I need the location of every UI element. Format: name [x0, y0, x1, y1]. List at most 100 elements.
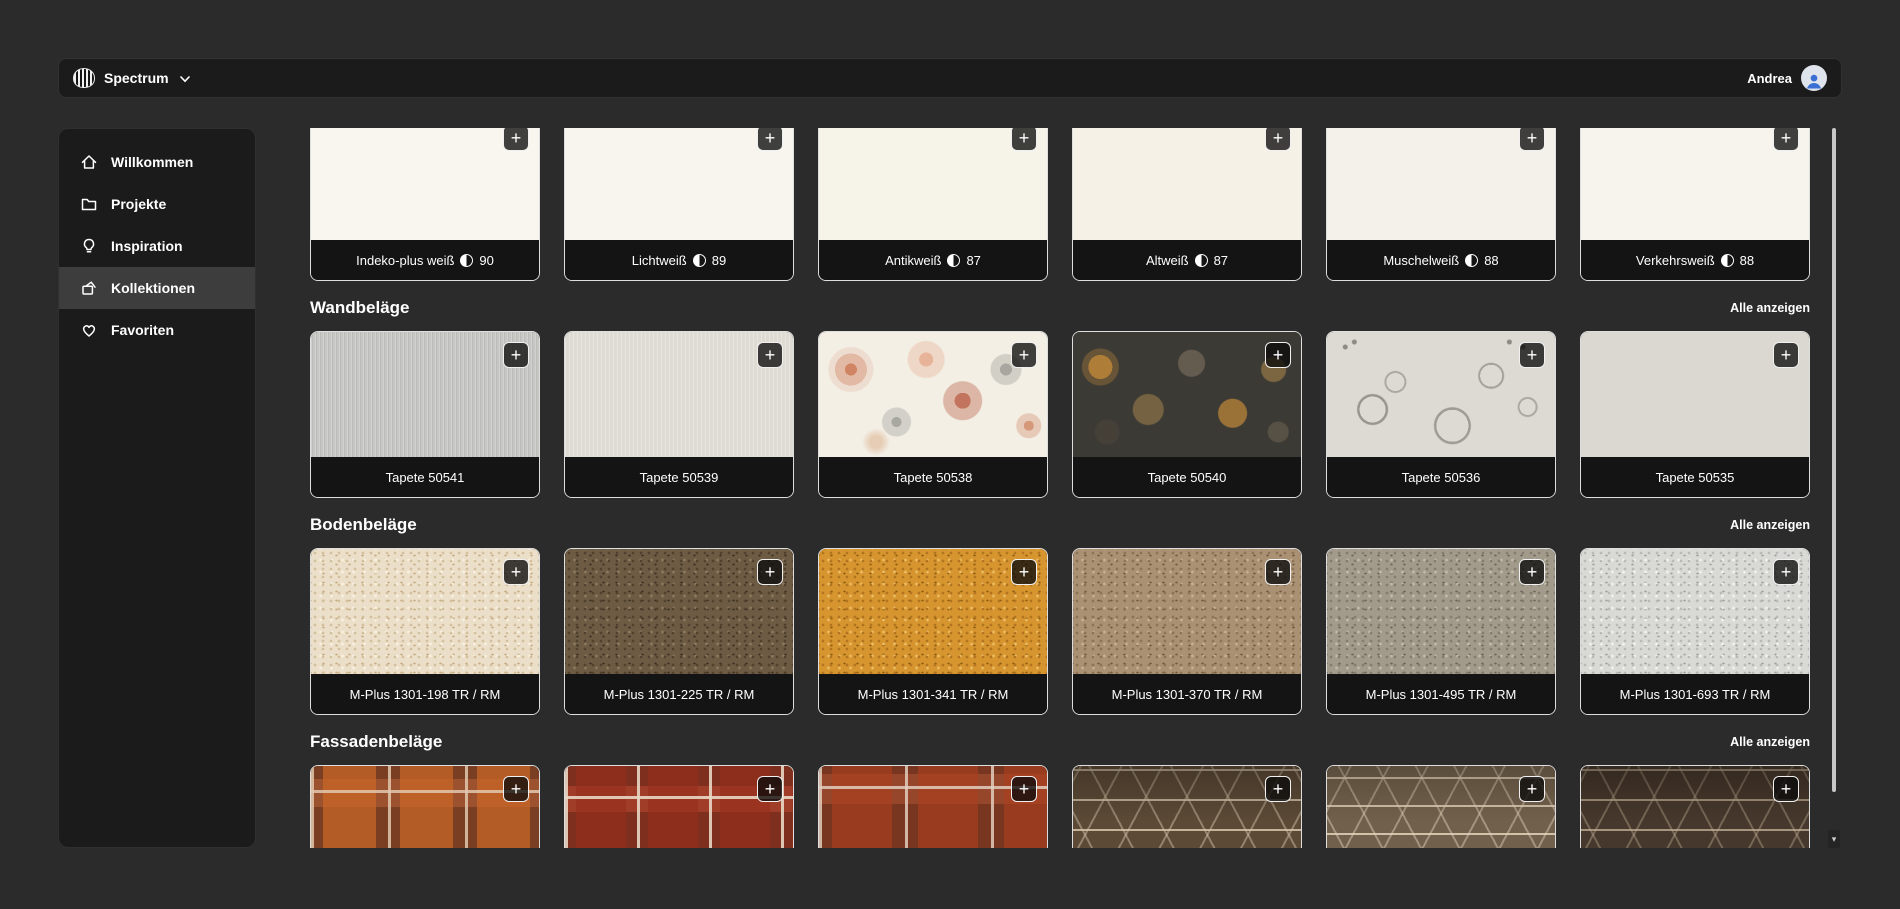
material-card[interactable]: + M-Plus 1301-495 TR / RM — [1326, 548, 1556, 715]
card-metric: 88 — [1484, 253, 1498, 268]
card-metric: 90 — [479, 253, 493, 268]
show-all-link[interactable]: Alle anzeigen — [1730, 518, 1810, 532]
add-to-project-button[interactable]: + — [1011, 776, 1037, 802]
card-grid: + + + + — [310, 765, 1810, 848]
show-all-link[interactable]: Alle anzeigen — [1730, 301, 1810, 315]
add-to-project-button[interactable]: + — [503, 128, 529, 151]
material-swatch: + — [311, 332, 539, 457]
material-card[interactable]: + — [1326, 765, 1556, 848]
contrast-ratio-icon — [1195, 254, 1208, 267]
material-card[interactable]: + M-Plus 1301-225 TR / RM — [564, 548, 794, 715]
add-to-project-button[interactable]: + — [1519, 342, 1545, 368]
card-label: Tapete 50540 — [1073, 457, 1301, 497]
card-label: M-Plus 1301-370 TR / RM — [1073, 674, 1301, 714]
add-to-project-button[interactable]: + — [1773, 776, 1799, 802]
add-to-project-button[interactable]: + — [1519, 776, 1545, 802]
material-card[interactable]: + — [564, 765, 794, 848]
card-label: M-Plus 1301-198 TR / RM — [311, 674, 539, 714]
section-title: Bodenbeläge — [310, 515, 417, 535]
heart-icon — [80, 321, 98, 339]
material-swatch: + — [1327, 128, 1555, 240]
add-to-project-button[interactable]: + — [757, 776, 783, 802]
material-card[interactable]: + Lichtweiß 89 — [564, 128, 794, 281]
home-icon — [80, 153, 98, 171]
add-to-project-button[interactable]: + — [503, 776, 529, 802]
scrollbar-down-button[interactable]: ▾ — [1828, 830, 1840, 848]
material-card[interactable]: + Tapete 50541 — [310, 331, 540, 498]
card-label-text: Tapete 50535 — [1656, 470, 1735, 485]
material-swatch: + — [1327, 549, 1555, 674]
material-card[interactable]: + — [310, 765, 540, 848]
card-grid: + Tapete 50541 + Tapete 50539 + Tapete 5… — [310, 331, 1810, 498]
add-to-project-button[interactable]: + — [1265, 559, 1291, 585]
add-to-project-button[interactable]: + — [1265, 128, 1291, 151]
sidebar-item-inspiration[interactable]: Inspiration — [59, 225, 255, 267]
add-to-project-button[interactable]: + — [1011, 559, 1037, 585]
add-to-project-button[interactable]: + — [757, 128, 783, 151]
material-card[interactable]: + M-Plus 1301-341 TR / RM — [818, 548, 1048, 715]
material-card[interactable]: + Tapete 50535 — [1580, 331, 1810, 498]
sidebar-item-favoriten[interactable]: Favoriten — [59, 309, 255, 351]
add-to-project-button[interactable]: + — [1011, 128, 1037, 151]
vertical-scrollbar: ▾ — [1828, 128, 1840, 848]
material-swatch: + — [565, 128, 793, 240]
sidebar-item-projekte[interactable]: Projekte — [59, 183, 255, 225]
card-metric: 87 — [1214, 253, 1228, 268]
material-card[interactable]: + M-Plus 1301-198 TR / RM — [310, 548, 540, 715]
show-all-link[interactable]: Alle anzeigen — [1730, 735, 1810, 749]
material-swatch: + — [1581, 766, 1809, 848]
material-swatch: + — [1073, 128, 1301, 240]
add-to-project-button[interactable]: + — [1011, 342, 1037, 368]
card-label-text: M-Plus 1301-198 TR / RM — [350, 687, 501, 702]
add-to-project-button[interactable]: + — [1519, 128, 1545, 151]
add-to-project-button[interactable]: + — [757, 342, 783, 368]
brand-menu[interactable]: Spectrum — [73, 68, 190, 88]
material-card[interactable]: + M-Plus 1301-693 TR / RM — [1580, 548, 1810, 715]
user-name: Andrea — [1747, 71, 1792, 86]
add-to-project-button[interactable]: + — [1773, 559, 1799, 585]
card-label: Tapete 50536 — [1327, 457, 1555, 497]
add-to-project-button[interactable]: + — [757, 559, 783, 585]
material-swatch: + — [311, 766, 539, 848]
card-label: Verkehrsweiß 88 — [1581, 240, 1809, 280]
material-card[interactable]: + Altweiß 87 — [1072, 128, 1302, 281]
material-card[interactable]: + Verkehrsweiß 88 — [1580, 128, 1810, 281]
material-card[interactable]: + — [1072, 765, 1302, 848]
add-to-project-button[interactable]: + — [503, 342, 529, 368]
sections: + Indeko-plus weiß 90 + Lichtweiß 89 + A… — [310, 128, 1810, 848]
card-label: Tapete 50535 — [1581, 457, 1809, 497]
card-label-text: Tapete 50538 — [894, 470, 973, 485]
add-to-project-button[interactable]: + — [1265, 342, 1291, 368]
card-label: M-Plus 1301-495 TR / RM — [1327, 674, 1555, 714]
material-card[interactable]: + Tapete 50539 — [564, 331, 794, 498]
material-swatch: + — [819, 549, 1047, 674]
collection-section: Bodenbeläge Alle anzeigen + M-Plus 1301-… — [310, 514, 1810, 715]
sidebar-item-kollektionen[interactable]: Kollektionen — [59, 267, 255, 309]
add-to-project-button[interactable]: + — [1519, 559, 1545, 585]
sidebar-item-willkommen[interactable]: Willkommen — [59, 141, 255, 183]
material-card[interactable]: + Tapete 50540 — [1072, 331, 1302, 498]
section-title: Wandbeläge — [310, 298, 410, 318]
section-header: Fassadenbeläge Alle anzeigen — [310, 731, 1810, 753]
card-label: Altweiß 87 — [1073, 240, 1301, 280]
material-card[interactable]: + Tapete 50538 — [818, 331, 1048, 498]
section-header: Bodenbeläge Alle anzeigen — [310, 514, 1810, 536]
sidebar-item-label: Kollektionen — [111, 280, 195, 296]
card-label-text: Tapete 50541 — [386, 470, 465, 485]
material-card[interactable]: + Indeko-plus weiß 90 — [310, 128, 540, 281]
contrast-ratio-icon — [947, 254, 960, 267]
scrollbar-thumb[interactable] — [1832, 128, 1836, 792]
material-card[interactable]: + — [818, 765, 1048, 848]
add-to-project-button[interactable]: + — [1773, 342, 1799, 368]
add-to-project-button[interactable]: + — [1265, 776, 1291, 802]
user-menu[interactable]: Andrea — [1747, 65, 1827, 91]
material-card[interactable]: + M-Plus 1301-370 TR / RM — [1072, 548, 1302, 715]
material-card[interactable]: + Antikweiß 87 — [818, 128, 1048, 281]
card-label: Tapete 50538 — [819, 457, 1047, 497]
add-to-project-button[interactable]: + — [503, 559, 529, 585]
add-to-project-button[interactable]: + — [1773, 128, 1799, 151]
material-card[interactable]: + Muschelweiß 88 — [1326, 128, 1556, 281]
material-card[interactable]: + Tapete 50536 — [1326, 331, 1556, 498]
card-label-text: Tapete 50536 — [1402, 470, 1481, 485]
material-card[interactable]: + — [1580, 765, 1810, 848]
